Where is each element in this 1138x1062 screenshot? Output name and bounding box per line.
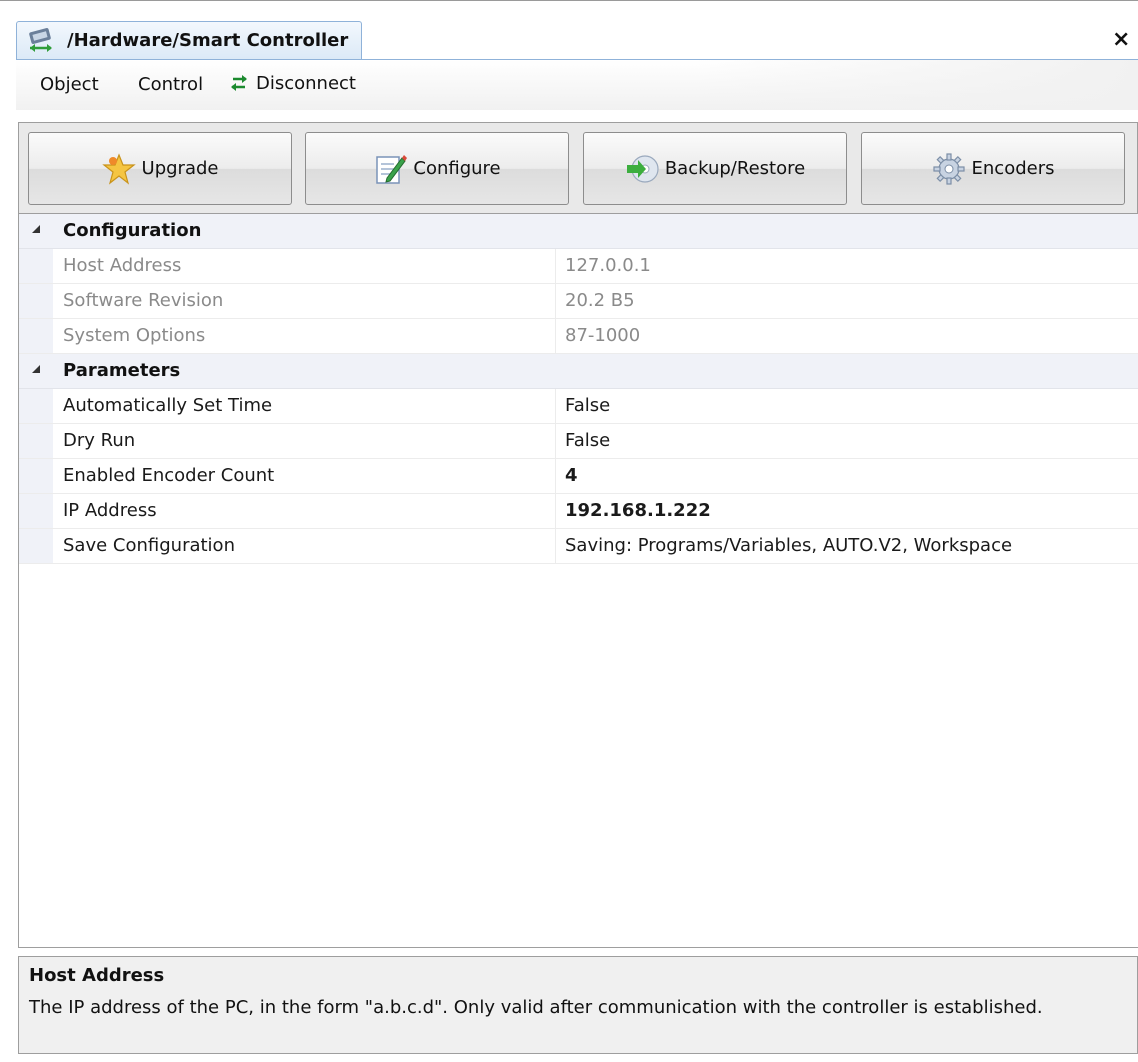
gear-icon <box>932 152 965 185</box>
column-divider <box>555 389 556 423</box>
property-row[interactable]: System Options 87-1000 <box>19 319 1138 354</box>
edit-document-icon <box>376 154 408 184</box>
configure-label: Configure <box>413 158 501 179</box>
property-row[interactable]: Automatically Set Time False <box>19 389 1138 424</box>
column-divider <box>555 529 556 563</box>
property-row[interactable]: Save Configuration Saving: Programs/Vari… <box>19 529 1138 564</box>
property-value[interactable]: Saving: Programs/Variables, AUTO.V2, Wor… <box>565 535 1012 556</box>
property-value: 87-1000 <box>565 325 641 346</box>
property-value: 127.0.0.1 <box>565 255 651 276</box>
document-tab[interactable]: /Hardware/Smart Controller <box>16 21 362 60</box>
toolbar-panel: Upgrade Configure Backup/Restore Encoder… <box>18 122 1138 214</box>
property-value[interactable]: 192.168.1.222 <box>565 500 711 521</box>
row-gutter <box>19 249 53 283</box>
property-name: Automatically Set Time <box>63 395 273 416</box>
upgrade-button[interactable]: Upgrade <box>28 132 292 205</box>
property-name: Host Address <box>63 255 182 276</box>
description-text: The IP address of the PC, in the form "a… <box>29 997 1043 1018</box>
category-label: Parameters <box>63 360 181 381</box>
property-value: 20.2 B5 <box>565 290 635 311</box>
configure-button[interactable]: Configure <box>305 132 569 205</box>
row-gutter <box>19 284 53 318</box>
category-parameters[interactable]: Parameters <box>19 354 1138 389</box>
controller-window: /Hardware/Smart Controller × Object Cont… <box>0 0 1138 1062</box>
property-row[interactable]: IP Address 192.168.1.222 <box>19 494 1138 529</box>
property-name: Enabled Encoder Count <box>63 465 275 486</box>
menu-bar: Object Control Disconnect <box>16 60 1138 110</box>
backup-restore-label: Backup/Restore <box>664 158 806 179</box>
swap-arrows-icon <box>231 75 247 91</box>
row-gutter <box>19 459 53 493</box>
menu-control[interactable]: Control <box>138 74 203 95</box>
category-label: Configuration <box>63 220 202 241</box>
column-divider <box>555 249 556 283</box>
row-gutter <box>19 424 53 458</box>
tab-title: /Hardware/Smart Controller <box>67 30 349 51</box>
column-divider <box>555 284 556 318</box>
row-gutter <box>19 389 53 423</box>
property-row[interactable]: Software Revision 20.2 B5 <box>19 284 1138 319</box>
row-gutter <box>19 319 53 353</box>
property-row[interactable]: Dry Run False <box>19 424 1138 459</box>
menu-object[interactable]: Object <box>40 74 99 95</box>
menu-disconnect-label: Disconnect <box>256 72 356 94</box>
tab-strip: /Hardware/Smart Controller × <box>0 0 1138 61</box>
description-pane: Host Address The IP address of the PC, i… <box>18 956 1138 1054</box>
menubar-fade <box>696 60 1138 110</box>
category-configuration[interactable]: Configuration <box>19 214 1138 249</box>
encoders-button[interactable]: Encoders <box>861 132 1125 205</box>
controller-icon <box>27 28 55 54</box>
encoders-label: Encoders <box>971 158 1055 179</box>
row-gutter <box>19 494 53 528</box>
column-divider <box>555 424 556 458</box>
menu-disconnect[interactable]: Disconnect <box>228 72 356 94</box>
property-row[interactable]: Enabled Encoder Count 4 <box>19 459 1138 494</box>
property-name: System Options <box>63 325 206 346</box>
property-value[interactable]: False <box>565 395 610 416</box>
property-value[interactable]: 4 <box>565 465 578 486</box>
property-name: Save Configuration <box>63 535 235 556</box>
column-divider <box>555 459 556 493</box>
column-divider <box>555 494 556 528</box>
property-grid: Configuration Host Address 127.0.0.1 Sof… <box>18 214 1138 948</box>
collapse-arrow-icon[interactable] <box>31 364 41 374</box>
star-icon <box>101 152 136 185</box>
property-row[interactable]: Host Address 127.0.0.1 <box>19 249 1138 284</box>
column-divider <box>555 319 556 353</box>
row-gutter <box>19 529 53 563</box>
property-name: Software Revision <box>63 290 224 311</box>
close-icon[interactable]: × <box>1112 27 1130 52</box>
property-name: Dry Run <box>63 430 136 451</box>
collapse-arrow-icon[interactable] <box>31 224 41 234</box>
property-name: IP Address <box>63 500 157 521</box>
upgrade-label: Upgrade <box>141 158 219 179</box>
backup-restore-button[interactable]: Backup/Restore <box>583 132 847 205</box>
property-value[interactable]: False <box>565 430 610 451</box>
disc-arrow-icon <box>626 154 659 183</box>
description-title: Host Address <box>29 965 165 986</box>
